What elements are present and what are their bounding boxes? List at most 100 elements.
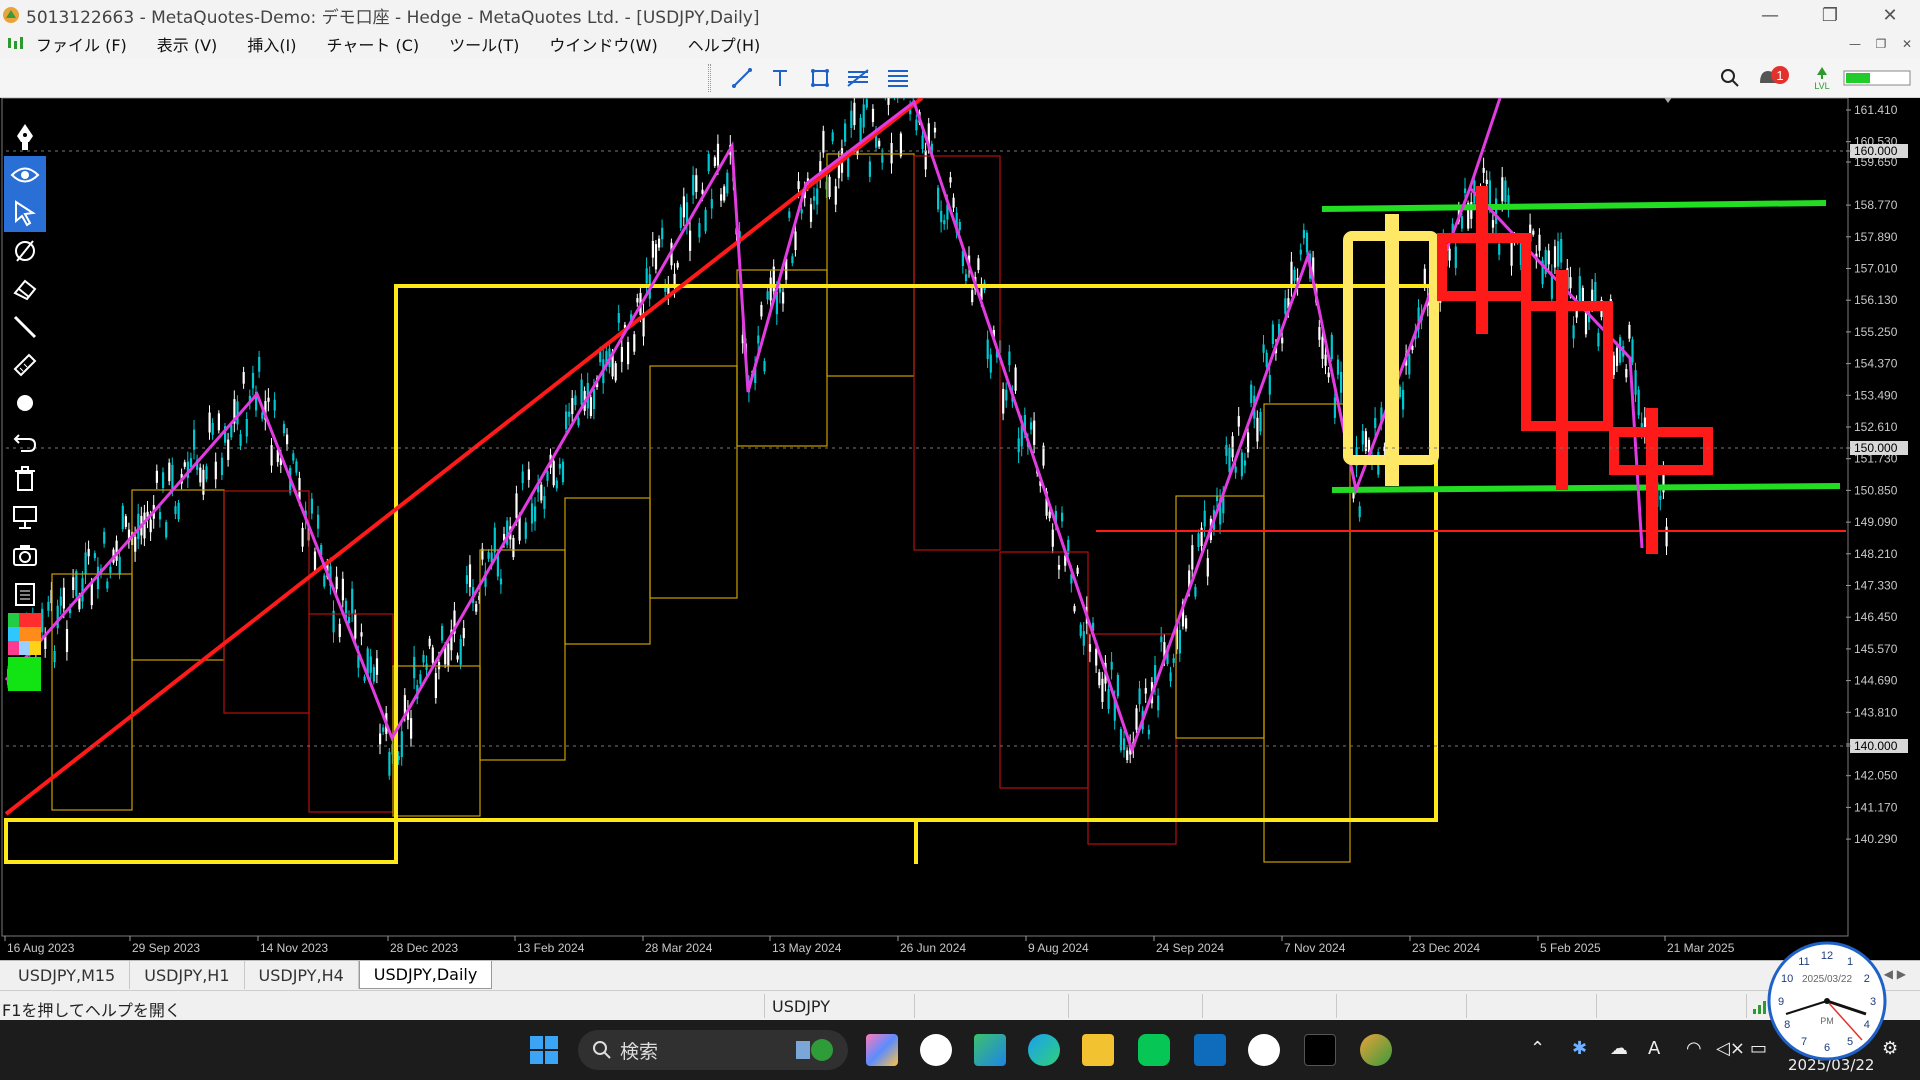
clock-number: 5 bbox=[1847, 1036, 1853, 1048]
candle-body bbox=[614, 363, 617, 381]
candle-body bbox=[589, 397, 592, 417]
connection-strength-bar[interactable] bbox=[1842, 64, 1912, 92]
candle-body bbox=[341, 578, 344, 601]
search-highlight-icon bbox=[796, 1039, 833, 1061]
candle-body bbox=[816, 188, 819, 205]
close-button[interactable]: ✕ bbox=[1860, 0, 1920, 30]
date-label: 16 Aug 2023 bbox=[7, 941, 75, 955]
candle-body bbox=[1057, 564, 1061, 570]
dot-icon[interactable] bbox=[4, 384, 46, 422]
menu-chart[interactable]: チャート (C) bbox=[327, 32, 420, 56]
tab-usdjpy-h1[interactable]: USDJPY,H1 bbox=[130, 961, 245, 989]
chart-canvas[interactable]: 161.410160.530160.000159.650158.770157.8… bbox=[0, 98, 1920, 960]
eye-icon[interactable] bbox=[4, 156, 46, 194]
tab-usdjpy-h4[interactable]: USDJPY,H4 bbox=[245, 961, 359, 989]
tradingview-icon[interactable] bbox=[1248, 1034, 1280, 1066]
candle-body bbox=[1284, 298, 1287, 314]
clipboard-icon[interactable] bbox=[4, 574, 46, 612]
rectangle-icon[interactable] bbox=[804, 64, 836, 92]
text-icon[interactable] bbox=[764, 64, 796, 92]
mdi-close-icon[interactable]: ✕ bbox=[1894, 30, 1920, 58]
menu-help[interactable]: ヘルプ(H) bbox=[688, 32, 761, 56]
undo-icon[interactable] bbox=[4, 422, 46, 460]
menu-tools[interactable]: ツール(T) bbox=[449, 32, 519, 56]
store-icon[interactable] bbox=[974, 1034, 1006, 1066]
menu-view[interactable]: 表示 (V) bbox=[157, 32, 218, 56]
candle-body bbox=[1116, 674, 1119, 697]
metatrader-taskbar-icon[interactable] bbox=[1360, 1034, 1392, 1066]
mdi-minimize-icon[interactable]: — bbox=[1842, 30, 1868, 58]
candle-body bbox=[468, 564, 472, 588]
battery-icon[interactable]: ▭ bbox=[1750, 1038, 1767, 1059]
edge-icon[interactable] bbox=[1028, 1034, 1060, 1066]
presentation-icon[interactable] bbox=[4, 498, 46, 536]
range-boxes bbox=[4, 284, 1438, 864]
candle-body bbox=[183, 462, 186, 467]
notifications-icon[interactable]: 1 bbox=[1756, 64, 1790, 92]
candle-body bbox=[1408, 354, 1411, 375]
line-app-icon[interactable] bbox=[1138, 1034, 1170, 1066]
fibonacci-icon[interactable] bbox=[842, 64, 874, 92]
trendline-icon[interactable] bbox=[726, 64, 758, 92]
outlook-icon[interactable] bbox=[1194, 1034, 1226, 1066]
minimize-button[interactable]: — bbox=[1740, 0, 1800, 30]
price-label: 153.490 bbox=[1854, 388, 1898, 402]
candle-body bbox=[1324, 354, 1327, 366]
taskbar-search-box[interactable]: 検索 bbox=[578, 1030, 848, 1070]
price-chart[interactable]: 161.410 160.530 160.000 159.650 158.770 157.8… bbox=[0, 98, 1920, 960]
candle-body bbox=[441, 625, 444, 641]
search-icon[interactable] bbox=[1716, 64, 1744, 92]
candle-body bbox=[834, 186, 837, 205]
candle-body bbox=[1014, 367, 1017, 391]
candle-body bbox=[1594, 281, 1597, 302]
candle-body bbox=[977, 258, 980, 270]
eraser-icon[interactable] bbox=[4, 270, 46, 308]
channel-icon[interactable] bbox=[882, 64, 914, 92]
pen-icon[interactable] bbox=[4, 118, 46, 156]
color-swatch-icon[interactable] bbox=[4, 656, 46, 692]
restore-button[interactable]: ❐ bbox=[1800, 0, 1860, 30]
copilot-icon[interactable] bbox=[866, 1034, 898, 1066]
windows-start-icon[interactable] bbox=[528, 1034, 560, 1066]
camera-icon[interactable] bbox=[4, 536, 46, 574]
signal-lvl-icon[interactable]: LVL bbox=[1808, 64, 1836, 92]
mdi-restore-icon[interactable]: ❐ bbox=[1868, 30, 1894, 58]
candle-body bbox=[1495, 198, 1498, 224]
candle-body bbox=[462, 628, 465, 639]
candle-body bbox=[689, 230, 692, 251]
candle-body bbox=[723, 186, 726, 201]
bluetooth-icon[interactable]: ✱ bbox=[1572, 1038, 1587, 1059]
candle-body bbox=[422, 654, 425, 663]
cursor-icon[interactable] bbox=[4, 194, 46, 232]
wifi-icon[interactable]: ◠ bbox=[1686, 1038, 1702, 1059]
tray-overflow-icon[interactable]: ⌃ bbox=[1530, 1038, 1545, 1059]
line-icon[interactable] bbox=[4, 308, 46, 346]
tab-usdjpy-m15[interactable]: USDJPY,M15 bbox=[4, 961, 131, 989]
fractal-box bbox=[308, 613, 394, 813]
candle-body bbox=[844, 123, 847, 142]
compass-icon[interactable] bbox=[4, 232, 46, 270]
tab-usdjpy-daily[interactable]: USDJPY,Daily bbox=[358, 961, 493, 989]
xm-trading-icon[interactable] bbox=[1304, 1034, 1336, 1066]
candle-body bbox=[915, 119, 918, 131]
ime-icon[interactable]: A bbox=[1648, 1038, 1660, 1059]
clock-number: 9 bbox=[1778, 996, 1784, 1008]
chart-menu-icon[interactable] bbox=[6, 35, 26, 53]
trash-icon[interactable] bbox=[4, 460, 46, 498]
menu-window[interactable]: ウインドウ(W) bbox=[549, 32, 657, 56]
candle-body bbox=[1126, 750, 1129, 761]
candle-body bbox=[899, 133, 902, 157]
candle-body bbox=[524, 522, 527, 539]
candle-body bbox=[1460, 216, 1464, 229]
menu-insert[interactable]: 挿入(I) bbox=[247, 32, 296, 56]
candle-body bbox=[1637, 389, 1640, 416]
file-explorer-icon[interactable] bbox=[1082, 1034, 1114, 1066]
date-label: 28 Mar 2024 bbox=[645, 941, 713, 955]
onedrive-icon[interactable]: ☁ bbox=[1610, 1038, 1628, 1059]
color-palette-icon[interactable] bbox=[4, 612, 46, 656]
ruler-icon[interactable] bbox=[4, 346, 46, 384]
menu-file[interactable]: ファイル (F) bbox=[36, 32, 127, 56]
clock-app-icon[interactable] bbox=[920, 1034, 952, 1066]
candle-body bbox=[757, 335, 760, 344]
volume-icon[interactable]: ◁× bbox=[1716, 1038, 1745, 1059]
